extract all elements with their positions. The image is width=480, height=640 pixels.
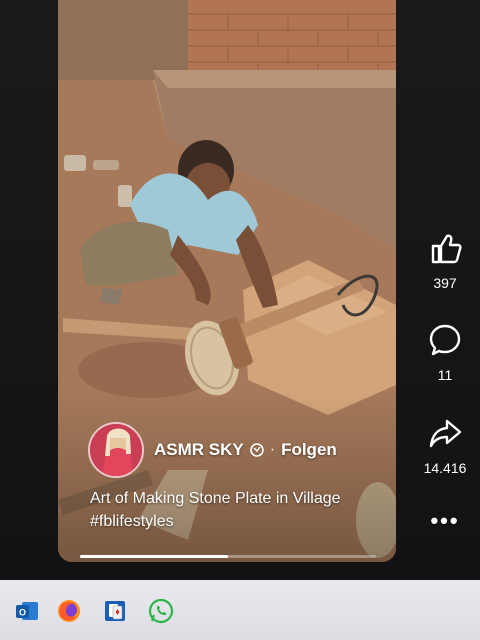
post-author: ASMR SKY · Folgen xyxy=(88,422,337,478)
monitor-screen: ASMR SKY · Folgen Art of Making Stone Pl… xyxy=(0,0,480,580)
share-count: 14.416 xyxy=(423,460,467,476)
more-icon: ••• xyxy=(430,508,460,533)
video-progress-bar[interactable] xyxy=(80,555,376,558)
like-button[interactable]: 397 xyxy=(410,230,480,291)
windows-taskbar: O xyxy=(0,580,480,640)
outlook-icon[interactable]: O xyxy=(14,598,40,624)
separator-dot: · xyxy=(269,441,276,458)
comment-button[interactable]: 11 xyxy=(410,322,480,383)
video-player[interactable]: ASMR SKY · Folgen Art of Making Stone Pl… xyxy=(58,0,396,562)
post-caption: Art of Making Stone Plate in Village #fb… xyxy=(90,490,341,530)
whatsapp-icon[interactable] xyxy=(148,598,174,624)
share-button[interactable]: 14.416 xyxy=(410,415,480,476)
globe-icon xyxy=(249,443,264,457)
comment-count: 11 xyxy=(437,367,453,383)
more-options-button[interactable]: ••• xyxy=(410,508,480,534)
avatar[interactable] xyxy=(88,422,144,478)
follow-button[interactable]: Folgen xyxy=(281,440,337,460)
solitaire-icon[interactable] xyxy=(102,598,128,624)
svg-text:O: O xyxy=(19,608,26,618)
author-name[interactable]: ASMR SKY xyxy=(154,440,244,460)
firefox-icon[interactable] xyxy=(56,598,82,624)
share-arrow-icon xyxy=(429,419,462,448)
like-count: 397 xyxy=(433,275,457,291)
comment-bubble-icon xyxy=(429,324,461,356)
video-progress-fill xyxy=(80,555,228,558)
thumbs-up-icon xyxy=(431,234,462,264)
